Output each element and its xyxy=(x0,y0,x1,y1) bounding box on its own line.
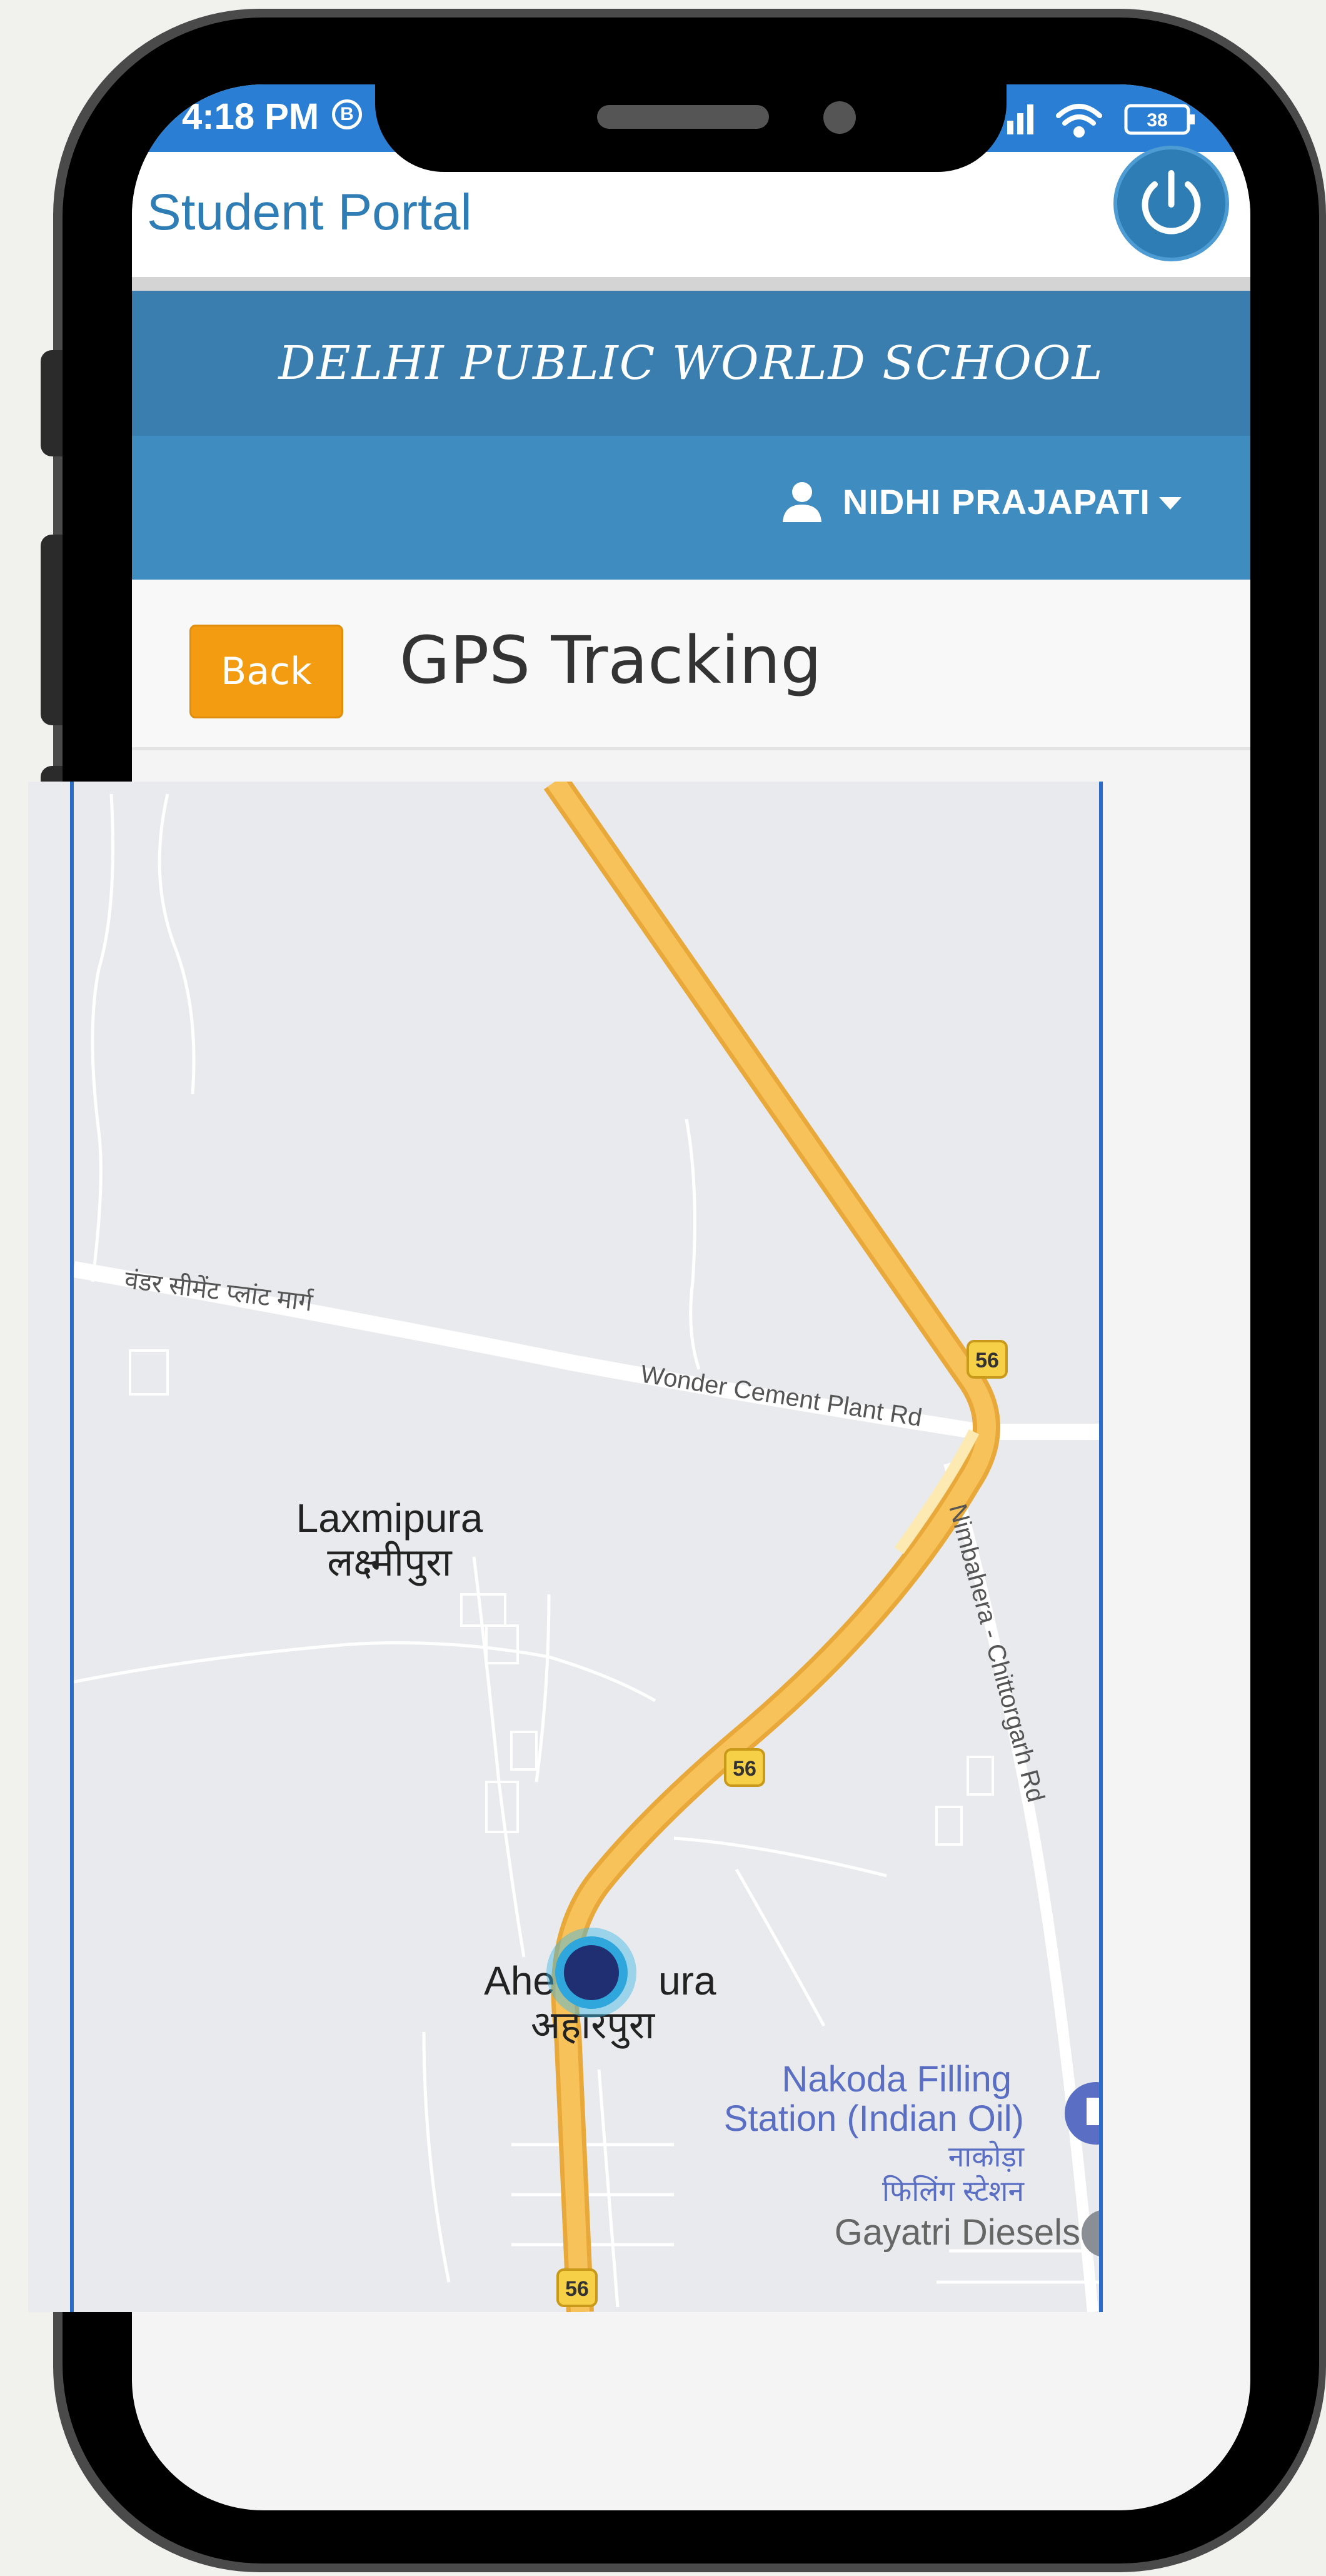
svg-text:56: 56 xyxy=(975,1349,999,1372)
route-shield-2: 56 xyxy=(724,1748,765,1787)
school-banner: DELHI PUBLIC WORLD SCHOOL xyxy=(132,291,1250,436)
phone-side-button-top xyxy=(41,350,66,456)
logout-button[interactable] xyxy=(1113,146,1229,261)
user-bar: NIDHI PRAJAPATI xyxy=(132,436,1250,580)
village-aherpura-en-a: Ahe xyxy=(484,1958,555,2003)
gps-map[interactable]: वंडर सीमेंट प्लांट मार्ग Wonder Cement P… xyxy=(74,782,1099,2312)
phone-side-button-middle xyxy=(41,535,66,725)
user-name: NIDHI PRAJAPATI xyxy=(842,481,1150,521)
school-name: DELHI PUBLIC WORLD SCHOOL xyxy=(278,336,1104,390)
route-shield-1: 56 xyxy=(967,1340,1008,1379)
notch-speaker xyxy=(597,105,769,129)
village-laxmipura-hi: लक्ष्मीपुरा xyxy=(327,1541,452,1586)
map-frame-right xyxy=(1099,782,1103,2312)
svg-text:56: 56 xyxy=(733,1757,756,1781)
village-laxmipura-en: Laxmipura xyxy=(296,1496,483,1541)
user-menu-dropdown[interactable]: NIDHI PRAJAPATI xyxy=(780,480,1182,523)
chevron-down-icon xyxy=(1159,497,1182,510)
front-camera xyxy=(823,101,856,134)
village-aherpura-en-b: ura xyxy=(658,1958,716,2003)
app-title: Student Portal xyxy=(147,184,472,241)
vehicle-location-marker xyxy=(546,1928,636,2018)
header-divider xyxy=(132,277,1250,291)
page-title: GPS Tracking xyxy=(399,622,822,698)
poi-nakoda-line1: Nakoda Filling xyxy=(781,2059,1012,2100)
svg-text:56: 56 xyxy=(565,2277,589,2301)
battery-icon: 38 xyxy=(1124,104,1195,135)
user-icon xyxy=(782,482,821,522)
poi-nakoda-line2: Station (Indian Oil) xyxy=(724,2098,1024,2139)
map-frame-left xyxy=(70,782,74,2312)
power-icon xyxy=(1142,170,1201,234)
status-right-icons: 38 xyxy=(1007,104,1195,138)
poi-nakoda-hi-line2: फिलिंग स्टेशन xyxy=(882,2175,1025,2207)
signal-icon xyxy=(1007,104,1033,134)
page-header: Back GPS Tracking xyxy=(132,580,1250,750)
poi-gayatri-diesels: Gayatri Diesels xyxy=(835,2212,1080,2253)
status-time: 4:18 PM xyxy=(182,96,319,137)
status-b-icon: B xyxy=(332,99,362,129)
poi-nakoda-hi-line1: नाकोड़ा xyxy=(948,2140,1025,2173)
battery-level: 38 xyxy=(1147,110,1167,131)
back-button[interactable]: Back xyxy=(189,625,343,718)
route-shield-3: 56 xyxy=(556,2268,598,2307)
wifi-icon xyxy=(1056,104,1102,138)
